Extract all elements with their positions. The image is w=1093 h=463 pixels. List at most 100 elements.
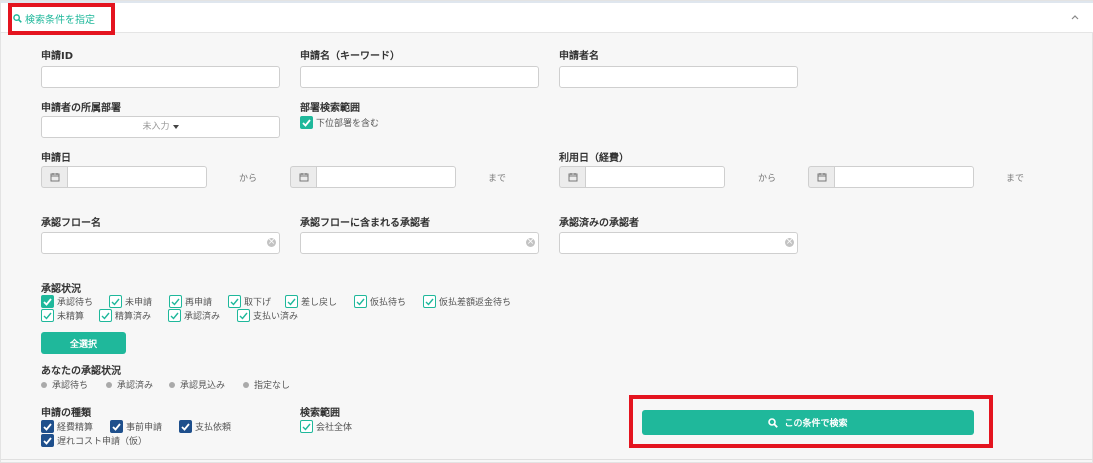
usage-date-from-sep: から xyxy=(758,174,777,184)
highlight-box-toggle xyxy=(8,3,115,35)
application-date-label: 申請日 xyxy=(41,153,71,164)
application-type-checkbox[interactable]: 遅れコスト申請（仮） xyxy=(41,434,147,447)
your-status-radio[interactable]: 承認見込み xyxy=(169,378,225,391)
include-sub-depts-checkbox[interactable]: 下位部署を含む xyxy=(300,116,379,129)
checkbox-checked-icon xyxy=(300,116,313,129)
checkbox-checked-icon xyxy=(41,420,54,433)
your-status-radio[interactable]: 承認待ち xyxy=(41,378,88,391)
status-label: 未精算 xyxy=(57,312,85,322)
application-date-from[interactable] xyxy=(41,166,207,188)
status-label: 仮払差額返金待ち xyxy=(439,298,512,308)
application-name-input[interactable] xyxy=(300,66,539,88)
status-checkbox[interactable]: 取下げ xyxy=(228,295,271,308)
application-type-checkbox[interactable]: 支払依頼 xyxy=(179,420,231,433)
usage-date-label: 利用日（経費） xyxy=(559,153,629,164)
application-type-checkbox[interactable]: 事前申請 xyxy=(110,420,162,433)
bottom-border xyxy=(1,459,1093,460)
clear-icon[interactable] xyxy=(526,236,535,248)
clear-icon[interactable] xyxy=(267,236,276,248)
application-type-checkbox[interactable]: 経費精算 xyxy=(41,420,93,433)
application-id-input[interactable] xyxy=(41,66,280,88)
status-checkbox[interactable]: 承認済み xyxy=(168,309,220,322)
approval-flow-name-input[interactable] xyxy=(41,232,280,254)
search-panel: 検索条件を指定 申請ID 申請名（キーワード） 申請者名 申請者の所属部署 未入… xyxy=(0,0,1093,463)
approver-in-flow-input[interactable] xyxy=(300,232,539,254)
radio-label: 指定なし xyxy=(254,381,291,391)
checkbox-check-outline-icon xyxy=(169,295,182,308)
checkbox-checked-icon xyxy=(41,295,54,308)
status-checkbox[interactable]: 承認待ち xyxy=(41,295,93,308)
checkbox-check-outline-icon xyxy=(41,309,54,322)
checkbox-check-outline-icon xyxy=(423,295,436,308)
clear-icon[interactable] xyxy=(785,236,794,248)
checkbox-check-outline-icon xyxy=(285,295,298,308)
checkbox-check-outline-icon xyxy=(300,420,313,433)
calendar-icon[interactable] xyxy=(559,166,585,188)
application-id-label: 申請ID xyxy=(41,51,74,62)
application-date-to-sep: まで xyxy=(488,174,507,184)
usage-date-to[interactable] xyxy=(808,166,974,188)
applicant-dept-label: 申請者の所属部署 xyxy=(41,103,121,114)
calendar-icon[interactable] xyxy=(290,166,316,188)
status-label: 未申請 xyxy=(125,298,153,308)
application-type-option-label: 経費精算 xyxy=(57,423,94,433)
checkbox-checked-icon xyxy=(41,434,54,447)
radio-dot-icon xyxy=(106,381,112,388)
usage-date-from[interactable] xyxy=(559,166,725,188)
your-status-radio[interactable]: 指定なし xyxy=(243,378,290,391)
status-label: 差し戻し xyxy=(301,298,338,308)
checkbox-check-outline-icon xyxy=(237,309,250,322)
application-type-option-label: 支払依頼 xyxy=(195,423,232,433)
approval-status-label: 承認状況 xyxy=(41,284,81,295)
chevron-up-icon[interactable] xyxy=(1070,13,1080,21)
application-date-to-input[interactable] xyxy=(316,166,456,188)
radio-dot-icon xyxy=(243,381,249,388)
applicant-dept-select[interactable]: 未入力 xyxy=(41,116,280,138)
caret-down-icon xyxy=(172,124,179,129)
checkbox-checked-icon xyxy=(110,420,123,433)
search-scope-checkbox[interactable]: 会社全体 xyxy=(300,420,352,433)
calendar-icon[interactable] xyxy=(41,166,67,188)
applicant-name-label: 申請者名 xyxy=(559,51,599,62)
status-checkbox[interactable]: 差し戻し xyxy=(285,295,337,308)
radio-label: 承認待ち xyxy=(52,381,89,391)
search-scope-option-label: 会社全体 xyxy=(316,423,353,433)
calendar-icon[interactable] xyxy=(808,166,834,188)
applicant-dept-selected: 未入力 xyxy=(142,122,170,132)
status-checkbox[interactable]: 未精算 xyxy=(41,309,84,322)
usage-date-from-input[interactable] xyxy=(585,166,725,188)
include-sub-depts-label: 下位部署を含む xyxy=(316,119,380,129)
checkbox-check-outline-icon xyxy=(354,295,367,308)
applicant-name-input[interactable] xyxy=(559,66,798,88)
radio-dot-icon xyxy=(41,381,47,388)
status-checkbox[interactable]: 精算済み xyxy=(99,309,151,322)
highlight-box-search-button xyxy=(629,395,993,448)
status-checkbox[interactable]: 再申請 xyxy=(169,295,212,308)
approved-approver-input[interactable] xyxy=(559,232,798,254)
application-date-from-input[interactable] xyxy=(67,166,207,188)
status-checkbox[interactable]: 仮払待ち xyxy=(354,295,406,308)
application-type-option-label: 事前申請 xyxy=(126,423,163,433)
status-label: 仮払待ち xyxy=(370,298,407,308)
radio-dot-icon xyxy=(169,381,175,388)
checkbox-check-outline-icon xyxy=(99,309,112,322)
status-label: 再申請 xyxy=(185,298,213,308)
select-all-button[interactable]: 全選択 xyxy=(41,332,126,354)
status-label: 承認済み xyxy=(184,312,221,322)
dept-scope-label: 部署検索範囲 xyxy=(300,103,360,114)
application-date-to[interactable] xyxy=(290,166,456,188)
checkbox-check-outline-icon xyxy=(228,295,241,308)
approval-flow-name-label: 承認フロー名 xyxy=(41,218,101,229)
your-approval-status-label: あなたの承認状況 xyxy=(41,366,121,377)
your-status-radio[interactable]: 承認済み xyxy=(106,378,153,391)
search-scope-label: 検索範囲 xyxy=(300,408,340,419)
search-panel-header: 検索条件を指定 xyxy=(1,3,1093,33)
usage-date-to-input[interactable] xyxy=(834,166,974,188)
status-checkbox[interactable]: 支払い済み xyxy=(237,309,298,322)
radio-label: 承認見込み xyxy=(180,381,226,391)
status-checkbox[interactable]: 仮払差額返金待ち xyxy=(423,295,511,308)
application-type-option-label: 遅れコスト申請（仮） xyxy=(57,437,148,447)
checkbox-checked-icon xyxy=(179,420,192,433)
status-label: 精算済み xyxy=(115,312,152,322)
status-checkbox[interactable]: 未申請 xyxy=(109,295,152,308)
